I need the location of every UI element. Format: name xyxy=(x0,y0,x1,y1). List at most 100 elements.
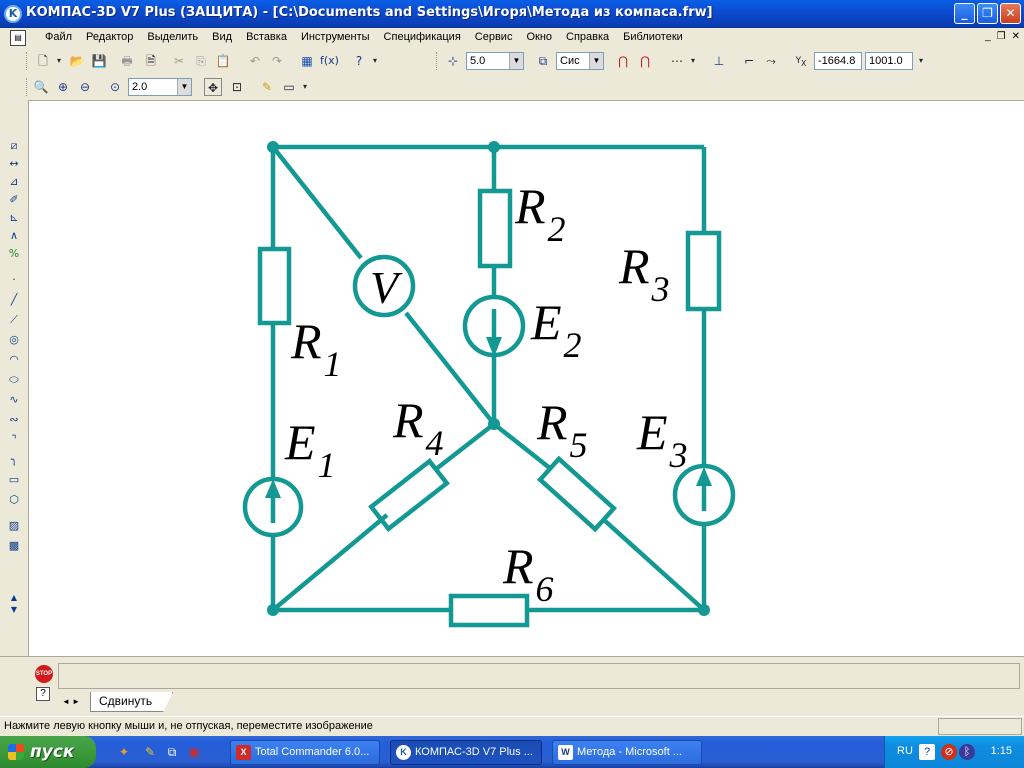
function-icon[interactable]: f(x) xyxy=(320,52,339,70)
quicklaunch-explorer-icon[interactable]: ⧉ xyxy=(164,744,180,760)
arc-tool-icon[interactable]: ◠ xyxy=(6,352,22,368)
snap-magnet-icon[interactable]: ⋂ xyxy=(614,52,632,70)
menu-item[interactable]: Вид xyxy=(205,31,239,43)
label-r5: R5 xyxy=(536,394,588,465)
copy-icon[interactable]: ⎘ xyxy=(192,52,210,70)
zoom-scale-icon[interactable]: ⊙ xyxy=(106,78,124,96)
redo-icon[interactable]: ↷ xyxy=(268,52,286,70)
segment-tool-icon[interactable]: ⟋ xyxy=(6,312,22,328)
ellipse-tool-icon[interactable]: ⬭ xyxy=(6,372,22,388)
quicklaunch-app-icon[interactable]: ✦ xyxy=(116,744,132,760)
menu-item[interactable]: Библиотеки xyxy=(616,31,690,43)
bezier-tool-icon[interactable]: ∾ xyxy=(6,412,22,428)
fillet-tool-icon[interactable]: ╮ xyxy=(6,452,22,468)
fill-tool-icon[interactable]: ▩ xyxy=(6,538,22,554)
language-indicator[interactable]: RU xyxy=(897,745,913,757)
menu-item[interactable]: Спецификация xyxy=(377,31,468,43)
taskbar: пуск ✦ ✎ ⧉ ▣ X Total Commander 6.0... K … xyxy=(0,736,1024,768)
symbols-panel-icon[interactable]: ⊿ xyxy=(6,174,22,190)
paste-icon[interactable]: 📋 xyxy=(214,52,232,70)
zoom-dropdown-icon[interactable]: ▼ xyxy=(177,79,191,95)
layer-select[interactable]: Сис ▼ xyxy=(556,52,604,70)
round-icon[interactable]: ⤳ xyxy=(762,52,780,70)
polyline-icon[interactable]: ⌐ xyxy=(740,52,758,70)
doc-close-icon[interactable]: ✕ xyxy=(1012,31,1020,42)
quicklaunch-xp-icon[interactable]: ▣ xyxy=(186,744,202,760)
cut-icon[interactable]: ✂ xyxy=(170,52,188,70)
stop-icon[interactable]: STOP xyxy=(35,665,53,683)
quicklaunch-pen-icon[interactable]: ✎ xyxy=(142,744,158,760)
coord-y-field[interactable]: 1001.0 xyxy=(865,52,913,70)
task-total-commander[interactable]: X Total Commander 6.0... xyxy=(230,740,380,765)
document-window-controls: _ ❐ ✕ xyxy=(985,31,1020,42)
local-snap-icon[interactable]: ⋂ xyxy=(636,52,654,70)
resistor-r3 xyxy=(685,230,722,312)
document-icon[interactable]: ▤ xyxy=(10,30,26,46)
task-kompas[interactable]: K КОМПАС-3D V7 Plus ... xyxy=(390,740,542,765)
tray-security-icon[interactable]: ⊘ xyxy=(941,744,957,760)
tray-help-icon[interactable]: ? xyxy=(919,744,935,760)
pan-icon[interactable]: ✥ xyxy=(204,78,222,96)
menu-item[interactable]: Справка xyxy=(559,31,616,43)
measure-panel-icon[interactable]: ∧ xyxy=(6,228,22,244)
hatch-tool-icon[interactable]: ▨ xyxy=(6,518,22,534)
circle-tool-icon[interactable]: ◎ xyxy=(6,332,22,348)
new-dropdown-icon[interactable]: ▾ xyxy=(50,52,68,70)
display-dropdown-icon[interactable]: ▾ xyxy=(296,78,314,96)
rectangle-tool-icon[interactable]: ▭ xyxy=(6,472,22,488)
close-button[interactable]: ✕ xyxy=(1000,3,1021,24)
show-all-icon[interactable]: ⊡ xyxy=(228,78,246,96)
chamfer-tool-icon[interactable]: ⌝ xyxy=(6,432,22,448)
menu-item[interactable]: Редактор xyxy=(79,31,140,43)
parametrization-panel-icon[interactable]: ⊾ xyxy=(6,210,22,226)
edit-panel-icon[interactable]: ✐ xyxy=(6,192,22,208)
refresh-icon[interactable]: ✎ xyxy=(258,78,276,96)
toolbar-overflow-icon[interactable]: ▾ xyxy=(366,52,384,70)
doc-restore-icon[interactable]: ❐ xyxy=(997,31,1006,42)
zoom-window-icon[interactable]: 🔍 xyxy=(32,78,50,96)
start-button[interactable]: пуск xyxy=(0,736,96,768)
menu-item[interactable]: Окно xyxy=(519,31,559,43)
coord-x-field[interactable]: -1664.8 xyxy=(814,52,862,70)
menu-item[interactable]: Сервис xyxy=(468,31,520,43)
menu-item[interactable]: Файл xyxy=(38,31,79,43)
layers-icon[interactable]: ⧉ xyxy=(534,52,552,70)
panel-scroll-down-icon[interactable]: ▼ xyxy=(6,602,22,618)
auxiliary-line-icon[interactable]: ╱ xyxy=(6,292,22,308)
step-input[interactable]: 5.0 ▼ xyxy=(466,52,524,70)
minimize-button[interactable]: _ xyxy=(954,3,975,24)
menu-item[interactable]: Выделить xyxy=(140,31,205,43)
maximize-button[interactable]: ❐ xyxy=(977,3,998,24)
manager-icon[interactable]: ▦ xyxy=(298,52,316,70)
ortho-icon[interactable]: ⊥ xyxy=(710,52,728,70)
geometry-panel-icon[interactable]: ⧄ xyxy=(6,138,22,154)
layer-dropdown-icon[interactable]: ▼ xyxy=(589,53,603,69)
menu-item[interactable]: Инструменты xyxy=(294,31,377,43)
coord-overflow-icon[interactable]: ▾ xyxy=(912,52,930,70)
grid-dropdown-icon[interactable]: ▾ xyxy=(684,52,702,70)
doc-minimize-icon[interactable]: _ xyxy=(985,31,991,42)
tab-move[interactable]: Сдвинуть xyxy=(90,692,174,712)
kompas-logo-icon[interactable]: K xyxy=(4,5,22,23)
save-icon[interactable]: 💾 xyxy=(90,52,108,70)
zoom-out-icon[interactable]: ⊖ xyxy=(76,78,94,96)
spline-tool-icon[interactable]: ∿ xyxy=(6,392,22,408)
menu-item[interactable]: Вставка xyxy=(239,31,294,43)
undo-icon[interactable]: ↶ xyxy=(246,52,264,70)
tray-bluetooth-icon[interactable]: ᛒ xyxy=(959,744,975,760)
dimensions-panel-icon[interactable]: ↔ xyxy=(6,156,22,172)
drawing-canvas[interactable]: R1 R2 R3 R4 R5 R6 E1 E2 E3 V xyxy=(28,100,1024,656)
help-icon[interactable]: ? xyxy=(36,687,50,701)
open-folder-icon[interactable]: 📂 xyxy=(68,52,86,70)
tab-scroll-arrows[interactable]: ◄ ► xyxy=(62,697,80,706)
step-dropdown-icon[interactable]: ▼ xyxy=(509,53,523,69)
polygon-tool-icon[interactable]: ⬡ xyxy=(6,492,22,508)
point-tool-icon[interactable]: · xyxy=(6,272,22,288)
step-icon[interactable]: ⊹ xyxy=(444,52,462,70)
zoom-input[interactable]: 2.0 ▼ xyxy=(128,78,192,96)
select-panel-icon[interactable]: % xyxy=(6,246,22,262)
zoom-in-icon[interactable]: ⊕ xyxy=(54,78,72,96)
print-preview-icon[interactable]: 🗎 xyxy=(142,52,160,70)
task-word[interactable]: W Метода - Microsoft ... xyxy=(552,740,702,765)
print-icon[interactable]: 🖶 xyxy=(118,52,136,70)
